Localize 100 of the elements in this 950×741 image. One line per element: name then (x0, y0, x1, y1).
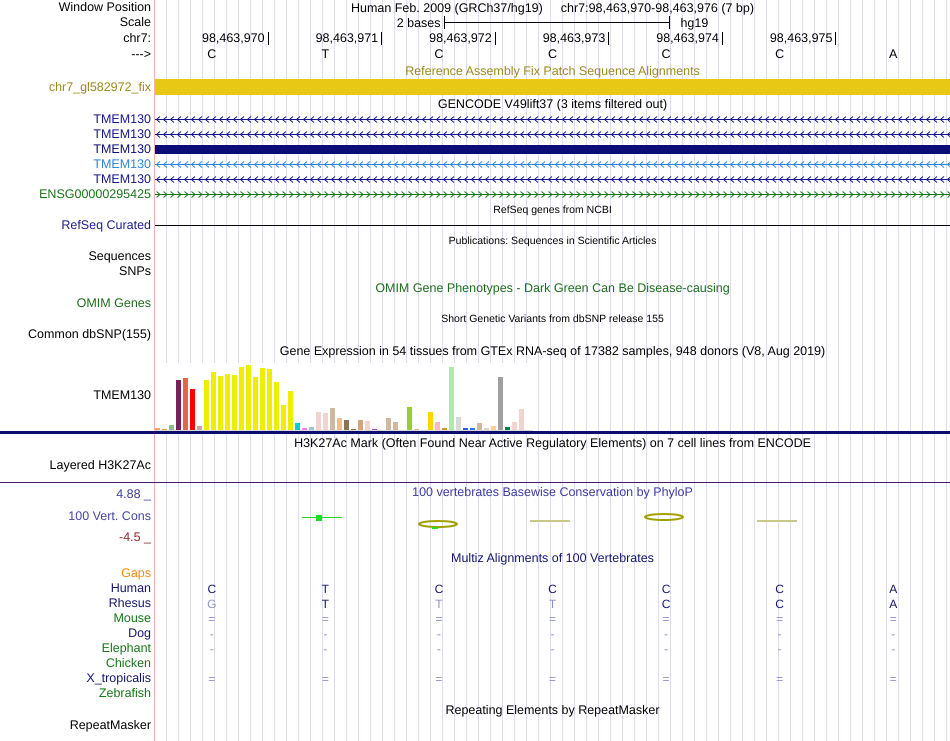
expression-bar (190, 389, 195, 430)
track-label: OMIM Genes (76, 296, 151, 311)
coordinate-label: 98,463,974 (656, 31, 719, 45)
ruler-tick (381, 32, 382, 44)
coordinate-label: 98,463,972 (429, 31, 492, 45)
track-title: Publications: Sequences in Scientific Articles (448, 235, 656, 247)
track-label: SNPs (119, 264, 151, 279)
expression-bar (246, 365, 251, 430)
expression-bar (281, 405, 286, 430)
expression-bar (365, 421, 370, 430)
ruler-tick (835, 32, 836, 44)
alignment-base: C (662, 596, 670, 610)
axis-label: 100 Vert. Cons (68, 508, 151, 524)
expression-bar (309, 427, 314, 430)
track-label: TMEM130 (93, 388, 151, 402)
track-title: RefSeq genes from NCBI (493, 204, 612, 216)
alignment-base: = (890, 672, 897, 686)
expression-bar (344, 420, 349, 430)
track-label: chr7_gl582972_fix (48, 80, 151, 94)
track-label: Elephant (102, 641, 151, 656)
expression-bar (330, 408, 335, 430)
alignment-base: - (210, 626, 214, 640)
alignment-base: - (891, 642, 896, 656)
expression-bar (204, 380, 209, 430)
expression-bar (512, 422, 517, 430)
alignment-base: - (891, 626, 896, 640)
track-label: RefSeq Curated (61, 218, 151, 233)
alignment-base: A (889, 596, 898, 610)
alignment-base: - (436, 642, 441, 656)
expression-bar (477, 423, 482, 430)
alignment-base: = (322, 672, 329, 686)
axis-label: -4.5 _ (119, 530, 151, 545)
expression-bar (337, 418, 342, 430)
alignment-base: C (775, 596, 784, 610)
coordinate-label: 98,463,970 (202, 31, 265, 45)
alignment-base: = (435, 672, 442, 686)
base-letter: C (434, 47, 444, 61)
expression-bar (169, 425, 174, 430)
alignment-base: - (664, 626, 668, 640)
alignment-base: = (208, 672, 216, 686)
alignment-base: G (207, 596, 216, 610)
expression-bar (176, 380, 181, 430)
track-label: TMEM130 (93, 112, 151, 127)
base-letter: T (322, 47, 330, 61)
alignment-base: C (775, 582, 784, 596)
expression-bar (449, 367, 454, 430)
track-label: Rhesus (108, 596, 151, 611)
alignment-base: - (323, 626, 328, 640)
ruler-tick (494, 32, 496, 44)
alignment-base: = (776, 672, 784, 686)
track-title: Reference Assembly Fix Patch Sequence Alignments (405, 64, 700, 78)
scale-text: 2 bases (396, 16, 440, 30)
track-title: OMIM Gene Phenotypes - Dark Green Can Be Disease-causing (375, 280, 730, 294)
alignment-base: - (778, 642, 782, 656)
expression-bar (225, 374, 230, 430)
alignment-base: T (548, 596, 556, 610)
alignment-base: = (548, 612, 556, 626)
track-label: TMEM130 (93, 172, 151, 187)
alignment-base: T (435, 596, 443, 610)
alignment-base: = (322, 612, 329, 626)
expression-bar (491, 426, 496, 430)
coordinate-label: 98,463,973 (542, 31, 606, 45)
ruler-tick (608, 32, 610, 44)
expression-bar (183, 378, 188, 430)
alignment-base: - (210, 642, 214, 656)
track-label: Dog (128, 626, 151, 641)
alignment-base: = (548, 672, 556, 686)
base-letter: A (889, 47, 898, 61)
track-label: X_tropicalis (86, 671, 151, 686)
expression-bar (295, 423, 300, 430)
alignment-base: = (208, 612, 216, 626)
alignment-base: - (323, 642, 328, 656)
alignment-base: C (207, 582, 216, 596)
track-label: Chicken (106, 656, 151, 671)
expression-bar (218, 376, 223, 430)
expression-bar (267, 369, 272, 430)
alignment-base: C (662, 582, 670, 596)
track-title: Repeating Elements by RepeatMasker (445, 702, 660, 716)
expression-bar (260, 368, 265, 430)
expression-bar (316, 412, 321, 430)
track-label: Gaps (121, 566, 151, 581)
assembly-db: hg19 (680, 16, 708, 30)
expression-bar (274, 382, 279, 430)
expression-bar (232, 375, 237, 430)
track-label: RepeatMasker (70, 718, 151, 733)
track-title: H3K27Ac Mark (Often Found Near Active Regulatory Elements) on 7 cell lines from ENCODE (294, 436, 811, 450)
alignment-base: = (776, 612, 784, 626)
ruler-tick (268, 32, 269, 44)
track-label: TMEM130 (93, 157, 151, 172)
alignment-base: - (436, 626, 441, 640)
base-letter: C (662, 47, 671, 61)
axis-label: 4.88 _ (116, 487, 151, 502)
track-label: Zebrafish (98, 686, 151, 701)
expression-bar (428, 412, 433, 430)
expression-bar (393, 422, 398, 430)
alignment-base: - (664, 642, 668, 656)
expression-bar (358, 420, 363, 430)
expression-bar (323, 413, 328, 430)
expression-bar (407, 407, 412, 430)
coordinate-label: 98,463,971 (316, 31, 378, 45)
